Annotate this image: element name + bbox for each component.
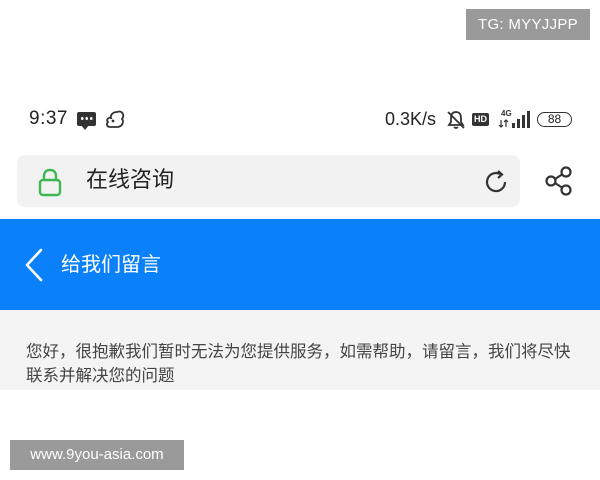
- network-type-label: 4G: [501, 109, 512, 118]
- chevron-left-icon[interactable]: [24, 248, 44, 282]
- signal-icon: 4G: [498, 109, 530, 128]
- address-bar[interactable]: 在线咨询: [17, 155, 520, 207]
- page-header: 给我们留言: [0, 219, 600, 310]
- address-title: 在线咨询: [86, 168, 175, 193]
- status-time: 9:37: [29, 108, 68, 129]
- status-bar: 9:37 0.3K/s HD 4G 88: [0, 104, 600, 136]
- page-title: 给我们留言: [61, 252, 161, 276]
- page: TG: MYYJJPP 9:37 0.3K/s HD 4G 88 在线咨询 给我…: [0, 0, 600, 480]
- reload-icon[interactable]: [482, 168, 510, 196]
- message-text: 您好，很抱歉我们暂时无法为您提供服务，如需帮助，请留言，我们将尽快联系并解决您的…: [26, 342, 571, 385]
- hd-badge: HD: [472, 113, 489, 126]
- lock-icon: [38, 168, 62, 197]
- watermark-top: TG: MYYJJPP: [466, 9, 590, 40]
- squirrel-icon: [106, 110, 125, 128]
- share-icon[interactable]: [544, 165, 574, 197]
- watermark-bottom: www.9you-asia.com: [10, 440, 184, 470]
- message-icon: [77, 112, 96, 130]
- network-speed: 0.3K/s: [385, 109, 437, 129]
- mute-bell-icon: [447, 111, 465, 129]
- message-area: 您好，很抱歉我们暂时无法为您提供服务，如需帮助，请留言，我们将尽快联系并解决您的…: [0, 310, 600, 390]
- battery-indicator: 88: [537, 112, 572, 127]
